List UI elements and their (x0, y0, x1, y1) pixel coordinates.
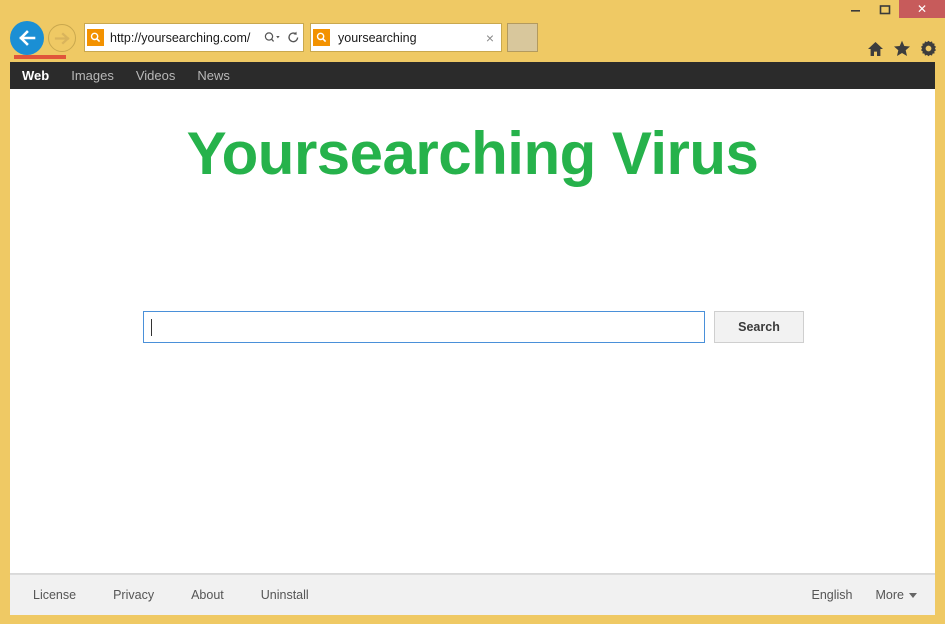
site-logo: Yoursearching Virus (186, 120, 759, 187)
address-bar[interactable]: http://yoursearching.com/ (84, 23, 304, 52)
home-button[interactable] (867, 41, 884, 57)
close-window-button[interactable]: ✕ (899, 0, 945, 18)
search-input[interactable] (143, 311, 705, 343)
star-icon (894, 40, 910, 56)
page-footer: License Privacy About Uninstall English … (10, 574, 935, 615)
search-row: Search (143, 311, 804, 343)
gear-icon (921, 40, 936, 57)
tab-favicon (313, 29, 330, 46)
footer-options: English More (812, 588, 935, 602)
site-nav: Web Images Videos News (10, 62, 935, 89)
back-button[interactable] (10, 21, 44, 55)
sitenav-item-videos[interactable]: Videos (136, 68, 176, 83)
window-controls: ✕ (841, 0, 945, 18)
new-tab-button[interactable] (507, 23, 538, 52)
footer-link-privacy[interactable]: Privacy (113, 588, 154, 602)
browser-tab[interactable]: yoursearching × (310, 23, 502, 52)
browser-window: ✕ http://yoursearching.com/ yoursearchin… (0, 0, 945, 624)
language-selector[interactable]: English (812, 588, 853, 602)
forward-arrow-icon (54, 31, 70, 45)
url-text: http://yoursearching.com/ (110, 30, 251, 45)
page-content: Yoursearching Virus Search (10, 89, 935, 574)
more-label: More (875, 588, 904, 602)
home-icon (868, 41, 883, 56)
sitenav-item-news[interactable]: News (197, 68, 230, 83)
forward-button[interactable] (48, 24, 76, 52)
minimize-button[interactable] (841, 0, 870, 18)
toolbar-accent-strip (14, 55, 66, 59)
window-bottom-edge (0, 615, 945, 624)
tab-close-icon[interactable]: × (479, 31, 501, 45)
minimize-icon (851, 10, 860, 12)
chrome-icon-group (867, 40, 937, 57)
search-favicon (87, 29, 104, 46)
chevron-down-icon (909, 593, 917, 599)
footer-link-uninstall[interactable]: Uninstall (261, 588, 309, 602)
title-bar: ✕ (0, 0, 945, 18)
sitenav-item-web[interactable]: Web (22, 68, 49, 83)
close-icon: ✕ (916, 2, 928, 16)
more-menu[interactable]: More (876, 588, 917, 602)
footer-link-license[interactable]: License (33, 588, 76, 602)
maximize-button[interactable] (870, 0, 899, 18)
sitenav-item-images[interactable]: Images (71, 68, 114, 83)
browser-toolbar: http://yoursearching.com/ yoursearching … (0, 18, 945, 62)
footer-link-about[interactable]: About (191, 588, 224, 602)
favorites-button[interactable] (893, 40, 911, 57)
settings-button[interactable] (920, 40, 937, 57)
refresh-icon[interactable] (283, 31, 303, 44)
text-caret (151, 318, 152, 336)
search-button[interactable]: Search (714, 311, 804, 343)
maximize-icon (879, 4, 890, 14)
back-arrow-icon (19, 30, 36, 46)
footer-links: License Privacy About Uninstall (10, 588, 346, 602)
search-dropdown-icon[interactable] (263, 31, 283, 44)
tab-title: yoursearching (338, 30, 417, 45)
